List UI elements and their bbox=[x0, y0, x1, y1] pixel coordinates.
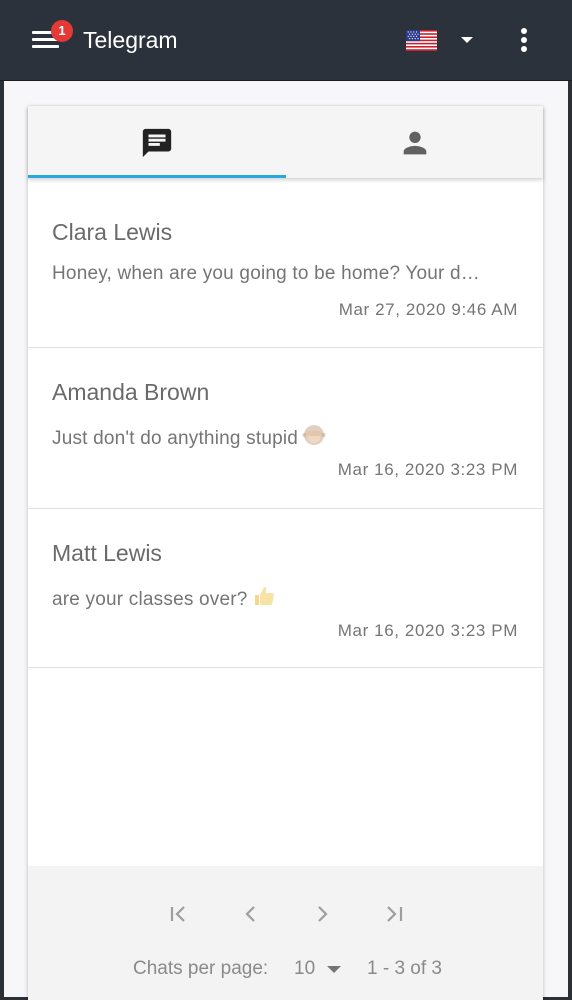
rows-per-page-value: 10 bbox=[294, 958, 316, 979]
tab-bar bbox=[28, 106, 543, 178]
see-no-evil-monkey-icon bbox=[302, 425, 326, 445]
language-dropdown-icon[interactable] bbox=[459, 36, 475, 46]
thumbs-up-icon bbox=[254, 587, 274, 605]
app-title: Telegram bbox=[83, 27, 178, 53]
chat-preview: are your classes over? bbox=[52, 584, 518, 611]
chat-timestamp: Mar 16, 2020 3:23 PM bbox=[337, 621, 518, 640]
app-bar: 1 Telegram bbox=[0, 0, 572, 81]
us-flag-icon[interactable] bbox=[406, 30, 437, 51]
tab-chats[interactable] bbox=[28, 106, 286, 178]
chat-preview: Just don't do anything stupid bbox=[52, 423, 518, 450]
chat-list-item[interactable]: Amanda Brown Just don't do anything stup… bbox=[28, 348, 543, 509]
rows-per-page-label: Chats per page: bbox=[133, 958, 269, 979]
next-page-icon[interactable] bbox=[308, 902, 338, 926]
pagination-footer: Chats per page: 10 1 - 3 of 3 bbox=[28, 866, 543, 1000]
chat-preview-text: Just don't do anything stupid bbox=[52, 428, 299, 449]
first-page-icon[interactable] bbox=[164, 902, 194, 926]
chat-timestamp: Mar 27, 2020 9:46 AM bbox=[338, 300, 518, 319]
chat-name: Clara Lewis bbox=[52, 219, 173, 245]
last-page-icon[interactable] bbox=[380, 902, 410, 926]
chat-list-item[interactable]: Clara Lewis Honey, when are you going to… bbox=[28, 188, 543, 348]
active-tab-indicator bbox=[28, 175, 286, 178]
chat-card: Clara Lewis Honey, when are you going to… bbox=[28, 106, 543, 1000]
more-vert-icon-dot bbox=[521, 46, 527, 52]
chat-preview-text: are your classes over? bbox=[52, 589, 248, 610]
rows-per-page-select[interactable]: 10 bbox=[294, 958, 341, 980]
chat-name: Matt Lewis bbox=[52, 540, 162, 566]
notification-badge: 1 bbox=[51, 20, 73, 42]
previous-page-icon[interactable] bbox=[235, 902, 265, 926]
chat-list-item[interactable]: Matt Lewis are your classes over? Mar 16… bbox=[28, 509, 543, 668]
tab-contacts[interactable] bbox=[286, 106, 543, 178]
chat-preview-text: Honey, when are you going to be home? Yo… bbox=[52, 263, 480, 284]
chat-preview: Honey, when are you going to be home? Yo… bbox=[52, 263, 518, 285]
chat-timestamp: Mar 16, 2020 3:23 PM bbox=[337, 460, 518, 479]
pagination-range: 1 - 3 of 3 bbox=[367, 958, 442, 979]
more-vert-icon-dot bbox=[521, 37, 527, 43]
dropdown-arrow-icon bbox=[327, 966, 341, 973]
person-icon bbox=[403, 131, 426, 155]
chat-name: Amanda Brown bbox=[52, 379, 210, 405]
more-vert-icon bbox=[521, 28, 527, 34]
chat-list: Clara Lewis Honey, when are you going to… bbox=[28, 188, 543, 668]
more-options-button[interactable] bbox=[512, 26, 536, 54]
chat-icon bbox=[142, 128, 172, 158]
menu-icon-bar bbox=[32, 45, 59, 48]
